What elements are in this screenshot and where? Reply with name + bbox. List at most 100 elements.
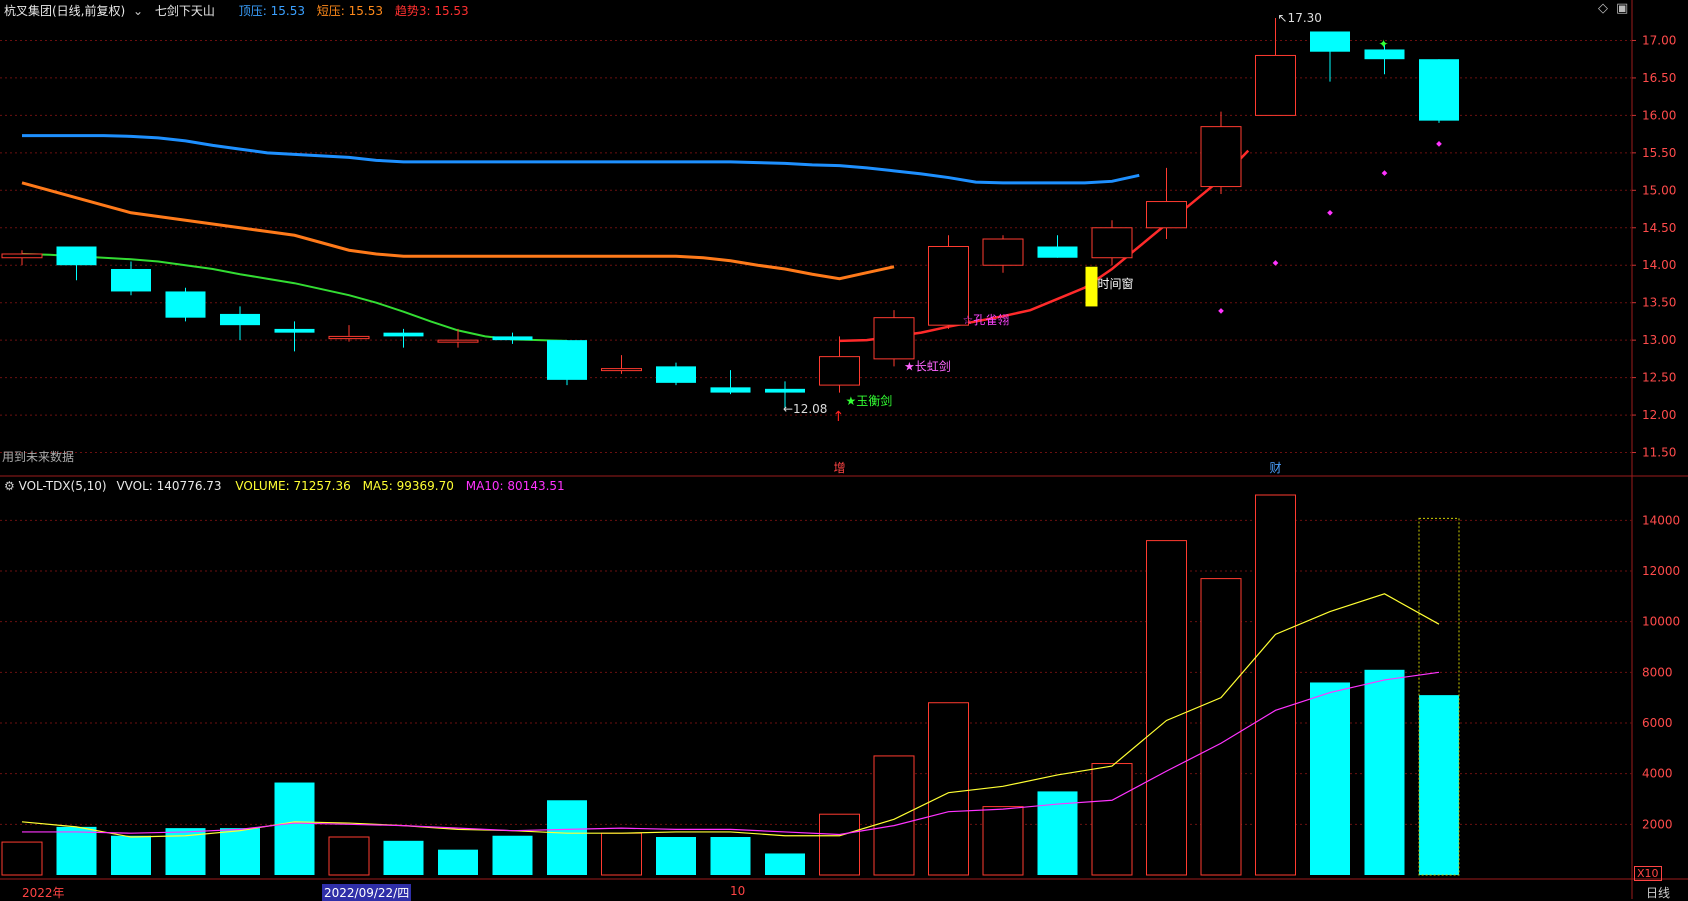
signal-dot <box>1272 260 1279 266</box>
candle-body <box>1255 54 1296 116</box>
price-tick-label: 11.50 <box>1642 446 1676 460</box>
signal-time-window: 时间窗 <box>1098 277 1134 291</box>
volume-bar <box>1419 695 1459 875</box>
volume-value: VOLUME: 71257.36 <box>235 479 351 493</box>
volume-tick-label: 6000 <box>1642 716 1673 730</box>
ma-orange-line <box>21 181 895 281</box>
ma10-value: MA10: 80143.51 <box>465 479 565 493</box>
indicator-ding: 顶压: 15.53 <box>238 4 305 18</box>
candle-body <box>1146 201 1187 229</box>
kline-chart[interactable]: 11.50 12.00 12.50 13.00 13.50 14.00 14.50 15.00… <box>0 0 1688 899</box>
candle-body <box>765 388 805 393</box>
volume-tick-label: 2000 <box>1642 817 1673 831</box>
candle-body <box>873 317 915 360</box>
price-tick-label: 15.00 <box>1642 183 1676 197</box>
candle-body <box>220 313 260 326</box>
volume-tick-label: 10000 <box>1642 615 1680 629</box>
candle-body <box>328 335 370 340</box>
candle-body <box>656 366 696 383</box>
axis-cursor-date: 2022/09/22/四 <box>322 884 412 901</box>
candle-body <box>1091 227 1133 259</box>
price-tick-label: 15.50 <box>1642 146 1676 160</box>
volume-bar <box>547 800 587 875</box>
price-tick-label: 17.00 <box>1642 33 1676 47</box>
formula-name: 七剑下天山 <box>154 4 215 18</box>
volume-bar <box>1310 682 1350 875</box>
axis-month: 10 <box>730 884 746 898</box>
volume-bar <box>765 853 805 875</box>
time-window-marker <box>1085 266 1098 307</box>
volume-bar <box>601 832 642 876</box>
event-tag-zeng: 增 <box>834 461 846 475</box>
window-toggle-icon[interactable]: ▣ <box>1616 1 1628 16</box>
dropdown-icon[interactable]: ⌄ <box>133 4 143 18</box>
price-tick-label: 12.50 <box>1642 371 1676 385</box>
buy-arrow: ↑ <box>833 409 845 425</box>
volume-tick-label: 8000 <box>1642 665 1673 679</box>
price-tick-label: 16.00 <box>1642 108 1676 122</box>
axis-year: 2022年 <box>22 886 65 900</box>
volume-tick-label: 14000 <box>1642 513 1680 527</box>
volume-bar <box>328 836 370 876</box>
candle-body <box>1037 246 1078 258</box>
event-tag-cai: 财 <box>1270 461 1282 475</box>
candle-body <box>383 332 424 337</box>
price-tick-label: 12.00 <box>1642 408 1676 422</box>
signal-kongque: ☆孔雀翎 <box>963 313 1010 327</box>
trend-line <box>839 149 1250 343</box>
volume-bar <box>819 813 860 876</box>
period-label[interactable]: 日线 <box>1646 884 1670 901</box>
volume-bar <box>383 840 424 875</box>
volume-bar <box>1091 763 1133 876</box>
signal-yuheng: ★玉衡剑 <box>846 393 893 408</box>
price-tick-label: 14.00 <box>1642 258 1676 272</box>
candle-body <box>982 238 1024 266</box>
volume-bar <box>274 782 315 875</box>
volume-bar <box>1255 494 1296 876</box>
volume-bar <box>710 837 751 875</box>
price-tick-label: 16.50 <box>1642 71 1676 85</box>
max-price-label: ↖17.30 <box>1278 11 1322 25</box>
chart-header: 杭叉集团(日线,前复权) ⌄ 七剑下天山 顶压: 15.53 短压: 15.53… <box>4 2 469 19</box>
volume-bar <box>873 755 915 876</box>
unit-badge: X10 <box>1634 866 1662 881</box>
price-tick-label: 14.50 <box>1642 221 1676 235</box>
volume-bar <box>1364 669 1405 875</box>
volume-bar <box>656 837 696 875</box>
ma-blue-line <box>22 134 1140 185</box>
indicator-duan: 短压: 15.53 <box>316 4 384 18</box>
candle-body <box>1310 31 1350 52</box>
volume-bar <box>492 835 533 875</box>
volume-bar <box>438 849 478 875</box>
candle-body <box>492 336 533 341</box>
volume-bar <box>1 841 43 876</box>
candle-body <box>710 387 751 393</box>
settings-icon[interactable]: ⚙ <box>4 479 15 493</box>
ma5-value: MA5: 99369.70 <box>362 479 454 493</box>
candle-body <box>601 368 642 372</box>
price-tick-label: 13.50 <box>1642 296 1676 310</box>
vvol-value: VVOL: 140776.73 <box>116 479 222 493</box>
candle-body <box>56 246 97 266</box>
signal-dot <box>1381 170 1388 176</box>
signal-dot <box>1327 209 1333 216</box>
volume-bar <box>1200 578 1242 876</box>
volume-header: ⚙ VOL-TDX(5,10) VVOL: 140776.73 VOLUME: … <box>4 479 565 493</box>
vol-name: VOL-TDX(5,10) <box>18 479 107 493</box>
future-data-note: 用到未来数据 <box>2 450 75 464</box>
volume-bar <box>56 826 97 875</box>
signal-star: ✦ <box>1379 37 1389 51</box>
volume-bar <box>928 702 969 876</box>
volume-tick-label: 12000 <box>1642 564 1680 578</box>
candle-body <box>165 291 206 318</box>
signal-dot <box>1218 308 1224 314</box>
diamond-icon[interactable]: ◇ <box>1598 1 1608 16</box>
candle-body <box>111 268 151 292</box>
candle-body <box>819 356 860 386</box>
signal-changhong: ★长虹剑 <box>904 358 951 373</box>
candle-body <box>437 339 479 343</box>
volume-bar <box>111 835 151 875</box>
volume-tick-label: 4000 <box>1642 767 1673 781</box>
candle-body <box>1419 59 1459 121</box>
volume-bar <box>982 806 1024 876</box>
